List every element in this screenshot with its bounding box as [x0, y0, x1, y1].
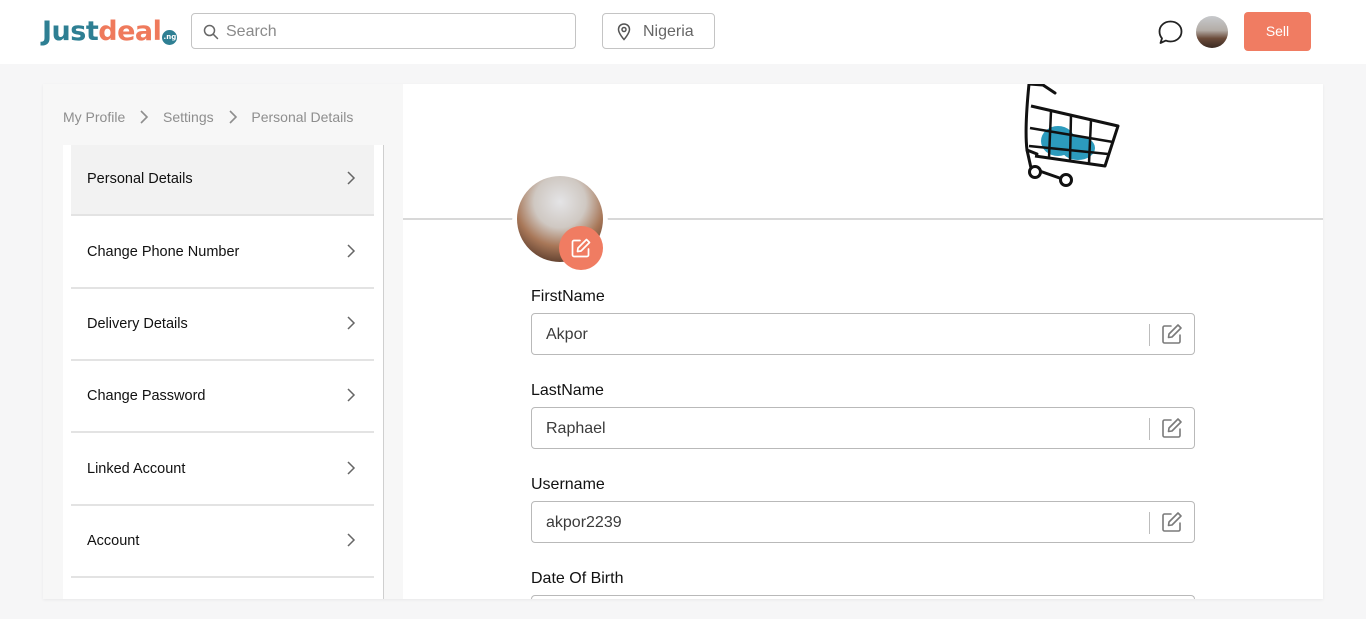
field-divider — [1149, 324, 1150, 346]
chevron-right-icon — [347, 244, 356, 258]
user-avatar[interactable] — [1196, 16, 1228, 48]
settings-menu: Personal Details Change Phone Number Del… — [63, 145, 384, 599]
edit-icon — [571, 238, 591, 258]
location-label: Nigeria — [643, 23, 694, 40]
logo-text-deal: deal — [98, 16, 162, 47]
chevron-right-icon — [347, 388, 356, 402]
first-name-label: FirstName — [531, 288, 605, 305]
menu-item-personal-details[interactable]: Personal Details — [71, 145, 374, 216]
search-icon — [203, 24, 219, 40]
menu-item-label: Linked Account — [87, 461, 186, 477]
location-selector[interactable]: Nigeria — [602, 13, 715, 49]
last-name-field — [531, 407, 1195, 449]
edit-photo-button[interactable] — [559, 226, 603, 270]
menu-item-label: Account — [87, 533, 140, 549]
location-pin-icon — [617, 23, 631, 41]
sell-button[interactable]: Sell — [1244, 12, 1311, 51]
field-divider — [1149, 512, 1150, 534]
settings-sidebar: My Profile Settings Personal Details Per… — [43, 84, 403, 599]
edit-icon[interactable] — [1161, 417, 1183, 439]
chat-icon[interactable] — [1157, 19, 1184, 46]
username-label: Username — [531, 476, 605, 493]
breadcrumb: My Profile Settings Personal Details — [63, 109, 353, 125]
menu-item-linked-account[interactable]: Linked Account — [71, 435, 374, 506]
field-divider — [1149, 418, 1150, 440]
logo-text-just: Just — [42, 16, 99, 47]
chevron-right-icon — [347, 533, 356, 547]
first-name-field — [531, 313, 1195, 355]
username-field — [531, 501, 1195, 543]
search-box[interactable] — [191, 13, 576, 49]
menu-item-label: Delivery Details — [87, 316, 188, 332]
breadcrumb-settings[interactable]: Settings — [163, 109, 214, 125]
username-input[interactable] — [544, 510, 1138, 536]
justdeal-logo[interactable]: Justdeal .ng — [42, 14, 178, 50]
menu-item-label: Change Password — [87, 388, 206, 404]
first-name-input[interactable] — [544, 322, 1138, 348]
chevron-right-icon — [228, 110, 237, 124]
chevron-right-icon — [140, 110, 149, 124]
top-nav: Justdeal.ng Nigeria Sell — [0, 0, 1366, 64]
menu-item-change-password[interactable]: Change Password — [71, 362, 374, 433]
edit-icon[interactable] — [1161, 323, 1183, 345]
search-input[interactable] — [224, 18, 568, 46]
chevron-right-icon — [347, 171, 356, 185]
profile-picture — [512, 176, 608, 272]
dob-label: Date Of Birth — [531, 570, 624, 587]
menu-item-account[interactable]: Account — [71, 507, 374, 578]
menu-item-delivery-details[interactable]: Delivery Details — [71, 290, 374, 361]
menu-item-label: Personal Details — [87, 171, 193, 187]
last-name-label: LastName — [531, 382, 604, 399]
chevron-right-icon — [347, 316, 356, 330]
last-name-input[interactable] — [544, 416, 1138, 442]
breadcrumb-my-profile[interactable]: My Profile — [63, 109, 125, 125]
settings-card: My Profile Settings Personal Details Per… — [43, 84, 1323, 599]
shopping-cart-illustration — [1024, 84, 1120, 187]
breadcrumb-personal-details: Personal Details — [251, 109, 354, 125]
edit-icon[interactable] — [1161, 511, 1183, 533]
chevron-right-icon — [347, 461, 356, 475]
logo-tld-badge: .ng — [162, 30, 178, 45]
menu-item-label: Change Phone Number — [87, 244, 240, 260]
menu-item-change-phone-number[interactable]: Change Phone Number — [71, 218, 374, 289]
dob-field[interactable] — [531, 595, 1195, 599]
